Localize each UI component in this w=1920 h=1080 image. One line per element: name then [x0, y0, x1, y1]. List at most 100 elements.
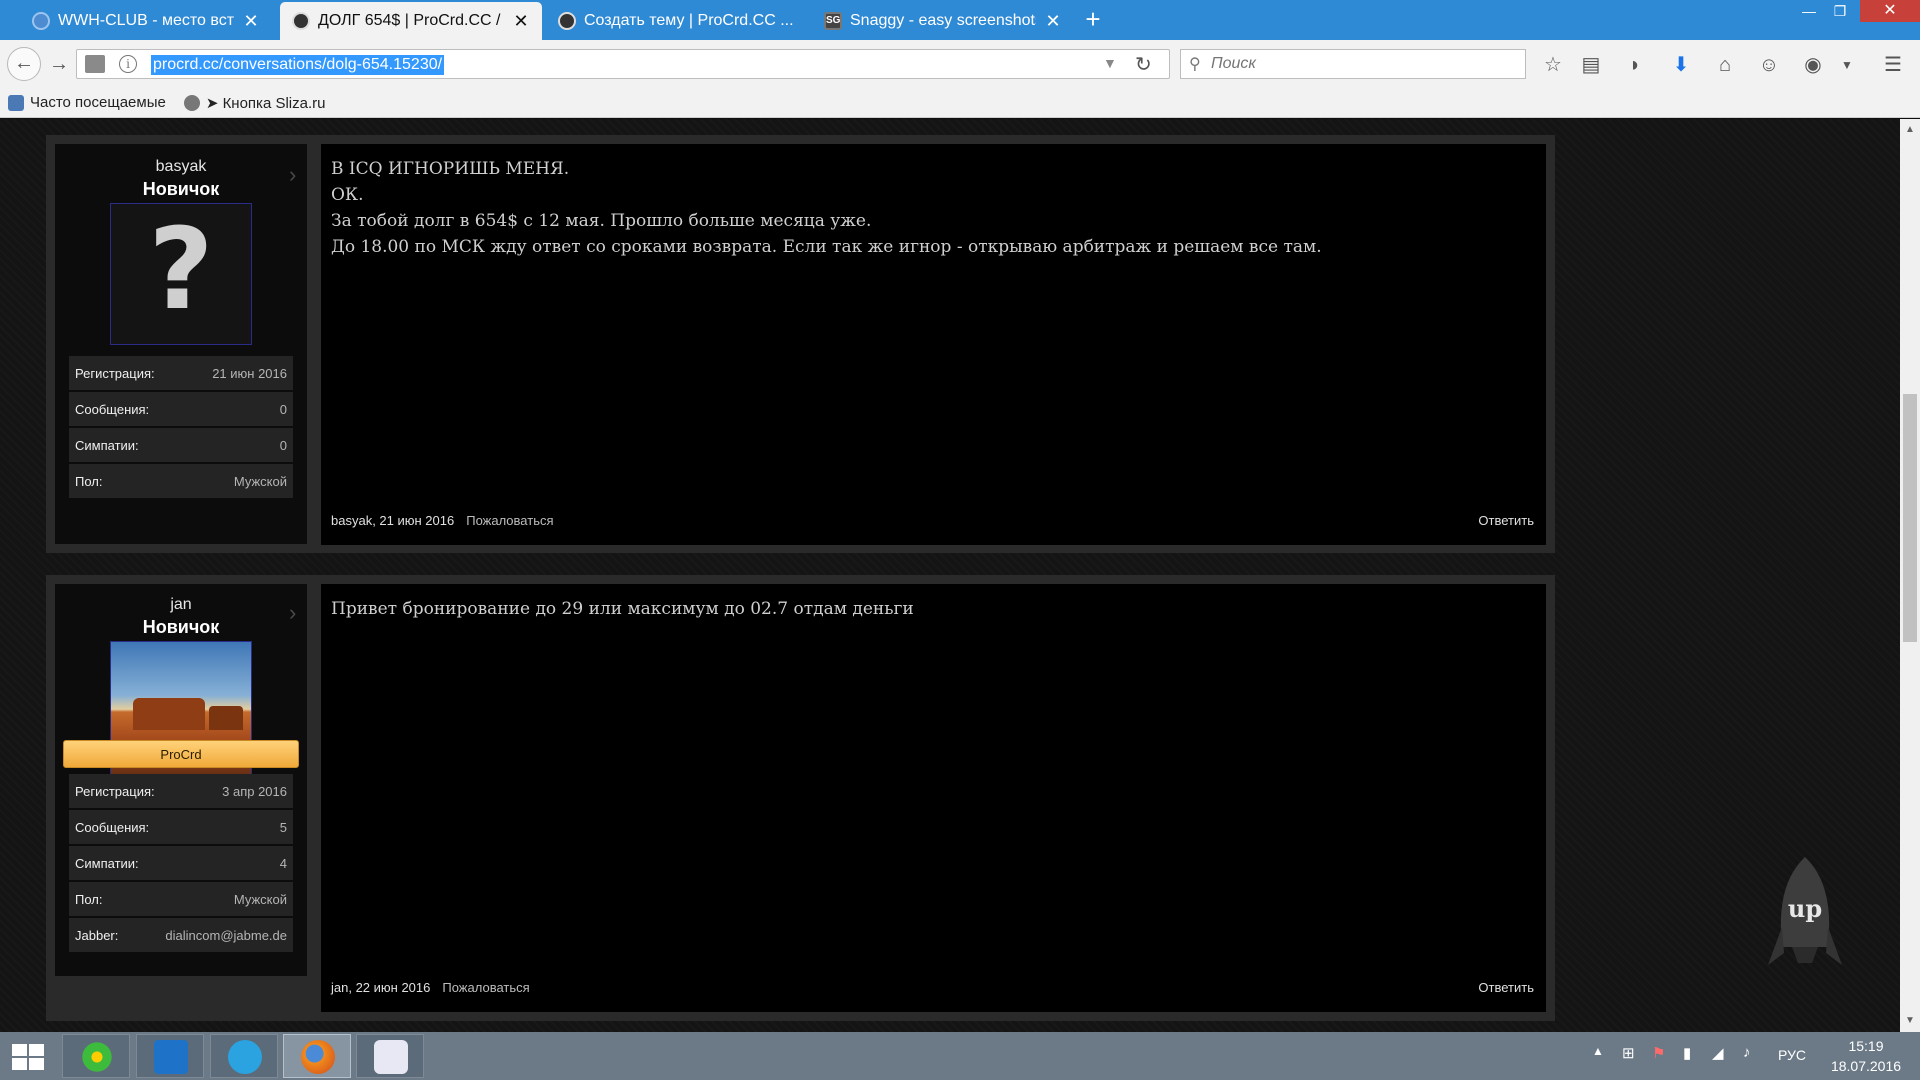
stat-value[interactable]: dialincom@jabme.de — [165, 928, 287, 943]
bookmark-folder-icon — [8, 94, 24, 111]
tab-create-topic[interactable]: Создать тему | ProCrd.CC ... — [546, 2, 808, 40]
action-center-icon[interactable]: ⚑ — [1652, 1044, 1665, 1062]
info-icon[interactable]: i — [119, 55, 137, 73]
bookmark-star-icon[interactable]: ☆ — [1540, 52, 1566, 78]
taskbar-firefox[interactable] — [283, 1034, 351, 1078]
author-date-link[interactable]: jan, 22 июн 2016 — [331, 980, 430, 995]
search-input[interactable] — [1211, 54, 1511, 74]
battery-icon[interactable]: ▮ — [1683, 1044, 1691, 1062]
tab-title: ДОЛГ 654$ | ProCrd.CC / ... — [318, 12, 504, 29]
stat-key: Сообщения: — [75, 819, 150, 835]
maximize-icon[interactable]: ❐ — [1826, 0, 1854, 22]
url-bar[interactable]: i procrd.cc/conversations/dolg-654.15230… — [76, 49, 1170, 79]
tab-title: Создать тему | ProCrd.CC ... — [584, 12, 794, 29]
window-close-icon[interactable]: ✕ — [1860, 0, 1920, 22]
message-text: Привет бронирование до 29 или максимум д… — [331, 596, 1531, 622]
windows-start-icon[interactable] — [12, 1044, 46, 1070]
taskbar-reader[interactable] — [136, 1034, 204, 1078]
close-tab-icon[interactable]: ✕ — [512, 11, 530, 32]
bookmark-most-visited[interactable]: Часто посещаемые — [8, 94, 166, 111]
forward-icon[interactable]: → — [46, 51, 72, 77]
report-link[interactable]: Пожаловаться — [466, 513, 553, 528]
windows-flag-icon[interactable]: ⊞ — [1622, 1044, 1635, 1062]
bookmark-label: ➤ Кнопка Sliza.ru — [205, 94, 326, 112]
scroll-up-icon[interactable]: ▲ — [1900, 121, 1920, 139]
new-tab-icon[interactable]: + — [1078, 4, 1108, 35]
language-indicator[interactable]: РУС — [1778, 1047, 1806, 1063]
show-hidden-icons-icon[interactable]: ▲ — [1592, 1044, 1604, 1058]
stat-row: Пол: Мужской — [69, 882, 293, 916]
user-title: Новичок — [142, 179, 220, 199]
author-date-link[interactable]: basyak, 21 июн 2016 — [331, 513, 454, 528]
group-ribbon: ProCrd — [63, 740, 299, 768]
snaggy-favicon-icon: SG — [824, 12, 842, 30]
network-icon[interactable]: ◢ — [1712, 1044, 1724, 1062]
windows-taskbar: ▲ ⊞ ⚑ ▮ ◢ ♪ РУС 15:19 18.07.2016 — [0, 1032, 1920, 1080]
message-line: Привет бронирование до 29 или максимум д… — [331, 599, 914, 619]
reading-list-icon[interactable]: ▤ — [1578, 52, 1604, 78]
dropdown-icon[interactable]: ▼ — [1103, 55, 1117, 71]
message-post: jan Новичок › ProCrd Регистрация: 3 апр 2… — [46, 575, 1555, 1021]
taskbar-telegram[interactable] — [210, 1034, 278, 1078]
clock-date: 18.07.2016 — [1830, 1058, 1902, 1074]
stat-row: Сообщения: 5 — [69, 810, 293, 844]
reply-link[interactable]: Ответить — [1478, 513, 1534, 528]
stat-value: 21 июн 2016 — [212, 365, 287, 381]
scroll-to-top-rocket-icon[interactable]: up — [1766, 855, 1844, 975]
taskbar-clock[interactable]: 15:19 18.07.2016 — [1820, 1036, 1912, 1076]
stat-value: 4 — [279, 855, 287, 871]
reader-icon — [154, 1040, 188, 1074]
tab-wwh-club[interactable]: WWH-CLUB - место встр... ✕ — [20, 2, 272, 40]
user-info-panel: basyak Новичок › ? Регистрация: 21 июн 20… — [55, 144, 307, 544]
avatar-photo-detail — [209, 706, 243, 730]
stat-value: Мужской — [233, 891, 287, 907]
bookmark-label: Часто посещаемые — [30, 94, 166, 111]
stat-key: Симпатии: — [75, 437, 139, 453]
taskbar-icq[interactable] — [62, 1034, 130, 1078]
pocket-icon[interactable]: ◗ — [1622, 52, 1648, 78]
chevron-down-icon[interactable]: ▼ — [1834, 52, 1860, 78]
message-line: За тобой долг в 654$ с 12 мая. Прошло бо… — [331, 211, 872, 231]
globe-icon — [183, 94, 200, 111]
download-icon[interactable]: ⬇ — [1668, 52, 1694, 78]
user-info-panel: jan Новичок › ProCrd Регистрация: 3 апр 2… — [55, 584, 307, 976]
volume-icon[interactable]: ♪ — [1743, 1044, 1751, 1061]
smiley-icon[interactable]: ☺ — [1756, 52, 1782, 78]
telegram-icon — [228, 1040, 262, 1074]
chat-icon[interactable]: ◉ — [1800, 52, 1826, 78]
bookmark-sliza[interactable]: ➤ Кнопка Sliza.ru — [183, 94, 326, 112]
close-tab-icon[interactable]: ✕ — [242, 11, 260, 32]
tab-snaggy[interactable]: SG Snaggy - easy screenshots ✕ — [812, 2, 1074, 40]
username[interactable]: jan — [55, 596, 307, 614]
taskbar-app[interactable] — [356, 1034, 424, 1078]
tab-dolg[interactable]: ДОЛГ 654$ | ProCrd.CC / ... ✕ — [280, 2, 542, 40]
url-text[interactable]: procrd.cc/conversations/dolg-654.15230/ — [151, 55, 445, 75]
report-link[interactable]: Пожаловаться — [442, 980, 529, 995]
tab-title: WWH-CLUB - место встр... — [58, 12, 234, 29]
question-mark-icon: ? — [148, 205, 214, 335]
search-box[interactable]: ⚲ — [1180, 49, 1526, 79]
stat-key: Jabber: — [75, 927, 119, 943]
stat-row: Симпатии: 0 — [69, 428, 293, 462]
stat-row: Пол: Мужской — [69, 464, 293, 498]
firefox-icon — [301, 1040, 335, 1074]
home-icon[interactable]: ⌂ — [1712, 52, 1738, 78]
stat-value: 0 — [279, 437, 287, 453]
scrollbar-thumb[interactable] — [1903, 394, 1917, 642]
reply-link[interactable]: Ответить — [1478, 980, 1534, 995]
page-scrollbar[interactable]: ▲ ▼ — [1900, 119, 1920, 1032]
message-footer: basyak, 21 июн 2016 Пожаловаться Ответит… — [331, 513, 1534, 528]
stat-key: Пол: — [75, 473, 103, 489]
username[interactable]: basyak — [55, 158, 307, 176]
scroll-down-icon[interactable]: ▼ — [1900, 1012, 1920, 1030]
minimize-icon[interactable]: — — [1795, 0, 1823, 22]
avatar[interactable]: ? — [110, 203, 252, 345]
reload-icon[interactable]: ↻ — [1135, 52, 1152, 77]
user-stats: Регистрация: 3 апр 2016 Сообщения: 5 Симпа… — [69, 774, 293, 954]
user-stats: Регистрация: 21 июн 2016 Сообщения: 0 Симп… — [69, 356, 293, 500]
stat-key: Регистрация: — [75, 783, 155, 799]
menu-icon[interactable]: ☰ — [1880, 52, 1906, 78]
back-icon[interactable]: ← — [7, 47, 41, 81]
tab-title: Snaggy - easy screenshots — [850, 12, 1036, 29]
close-tab-icon[interactable]: ✕ — [1044, 11, 1062, 32]
